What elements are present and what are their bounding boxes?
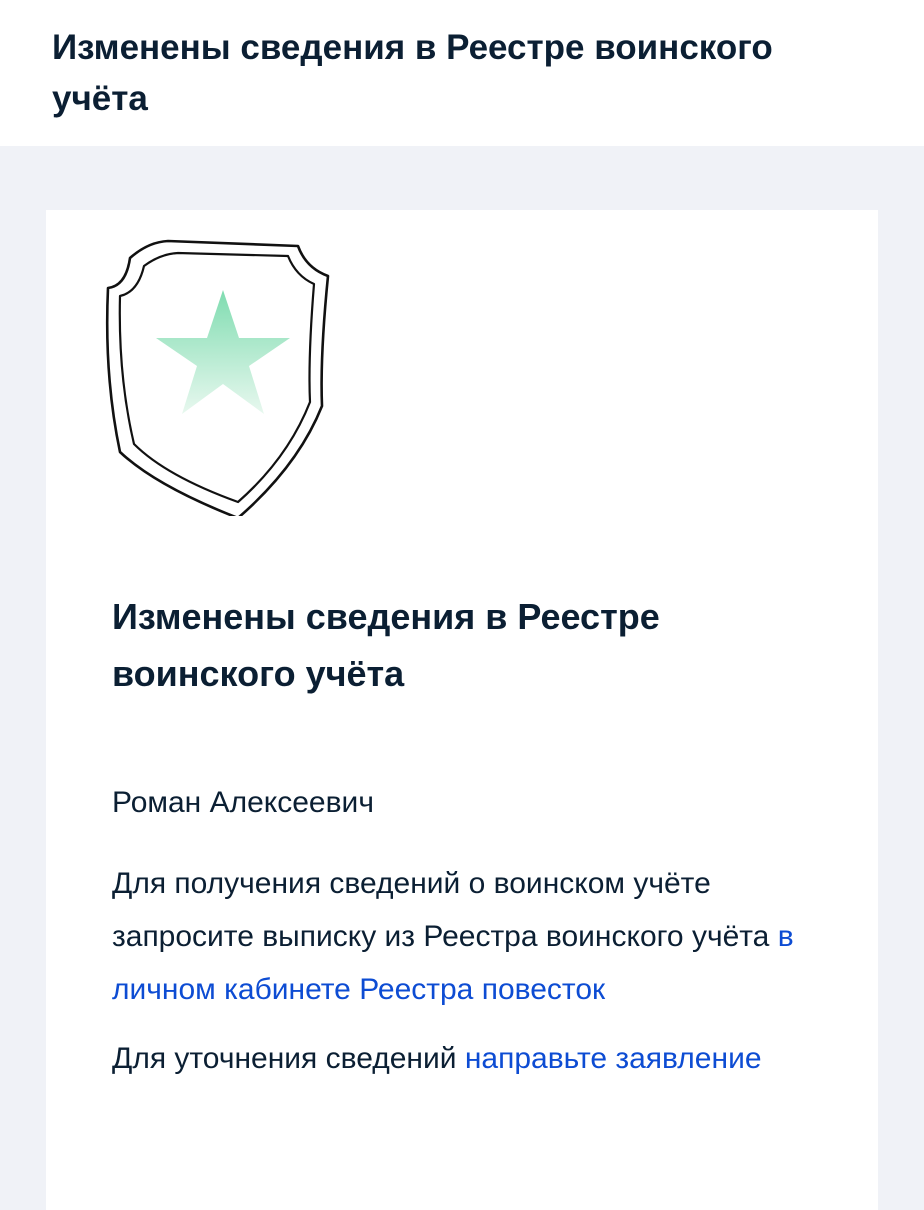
clarification-text: Для уточнения сведений [112,1042,465,1075]
notification-card: Изменены сведения в Реестре воинского уч… [46,210,878,1210]
greeting: Роман Алексеевич [112,786,374,819]
shield-star-icon [105,239,330,516]
instruction-text: Для получения сведений о воинском учёте … [112,867,778,953]
instruction-paragraph: Для получения сведений о воинском учёте … [112,857,832,1016]
clarification-paragraph: Для уточнения сведений направьте заявлен… [112,1032,832,1085]
page-title: Изменены сведения в Реестре воинского уч… [52,28,773,118]
card-title: Изменены сведения в Реестре воинского уч… [112,596,660,694]
page-header: Изменены сведения в Реестре воинского уч… [0,0,924,146]
submit-application-link[interactable]: направьте заявление [465,1042,762,1075]
